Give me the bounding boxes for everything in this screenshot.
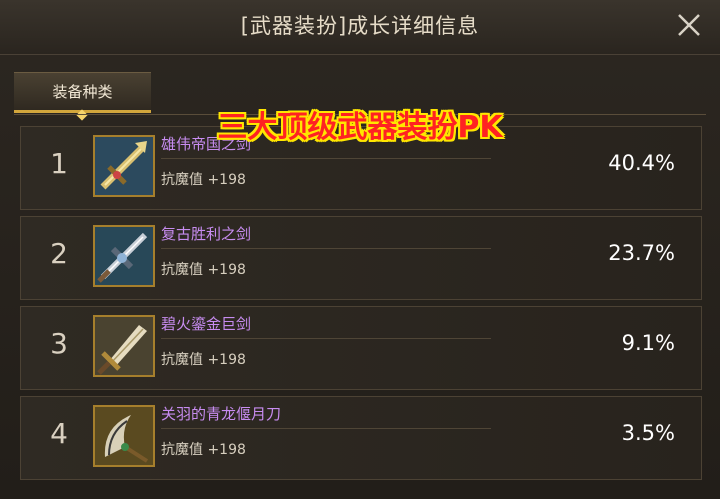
item-stat: 抗魔值 +198 <box>161 442 246 458</box>
ranking-row-2[interactable]: 2 复古胜利之剑 抗魔值 +198 23.7% <box>20 216 702 300</box>
rank-number: 1 <box>50 147 68 180</box>
ranking-row-3[interactable]: 3 碧火鎏金巨剑 抗魔值 +198 9.1% <box>20 306 702 390</box>
name-divider <box>161 248 491 249</box>
name-divider <box>161 428 491 429</box>
usage-percent: 40.4% <box>608 151 675 175</box>
close-icon[interactable] <box>672 8 706 42</box>
usage-percent: 3.5% <box>621 421 675 445</box>
silver-sword-icon <box>95 227 153 285</box>
title-bar: [武器装扮]成长详细信息 <box>0 0 720 55</box>
item-icon-frame <box>93 315 155 377</box>
ranking-row-4[interactable]: 4 关羽的青龙偃月刀 抗魔值 +198 3.5% <box>20 396 702 480</box>
item-stat: 抗魔值 +198 <box>161 352 246 368</box>
usage-percent: 9.1% <box>621 331 675 355</box>
item-name: 关羽的青龙偃月刀 <box>161 405 282 423</box>
rank-number: 4 <box>50 417 68 450</box>
gilded-greatsword-icon <box>95 317 153 375</box>
item-icon-frame <box>93 225 155 287</box>
item-name: 复古胜利之剑 <box>161 225 252 243</box>
tab-label: 装备种类 <box>52 83 113 101</box>
name-divider <box>161 158 491 159</box>
usage-percent: 23.7% <box>608 241 675 265</box>
item-name: 碧火鎏金巨剑 <box>161 315 252 333</box>
window-title: [武器装扮]成长详细信息 <box>240 14 480 38</box>
close-button[interactable] <box>672 8 706 42</box>
rank-number: 3 <box>50 327 68 360</box>
item-stat: 抗魔值 +198 <box>161 172 246 188</box>
item-stat: 抗魔值 +198 <box>161 262 246 278</box>
name-divider <box>161 338 491 339</box>
crescent-blade-icon <box>95 407 153 465</box>
item-icon-frame <box>93 405 155 467</box>
overlay-banner-text: 三大顶级武器装扮PK <box>217 110 503 145</box>
rank-number: 2 <box>50 237 68 270</box>
